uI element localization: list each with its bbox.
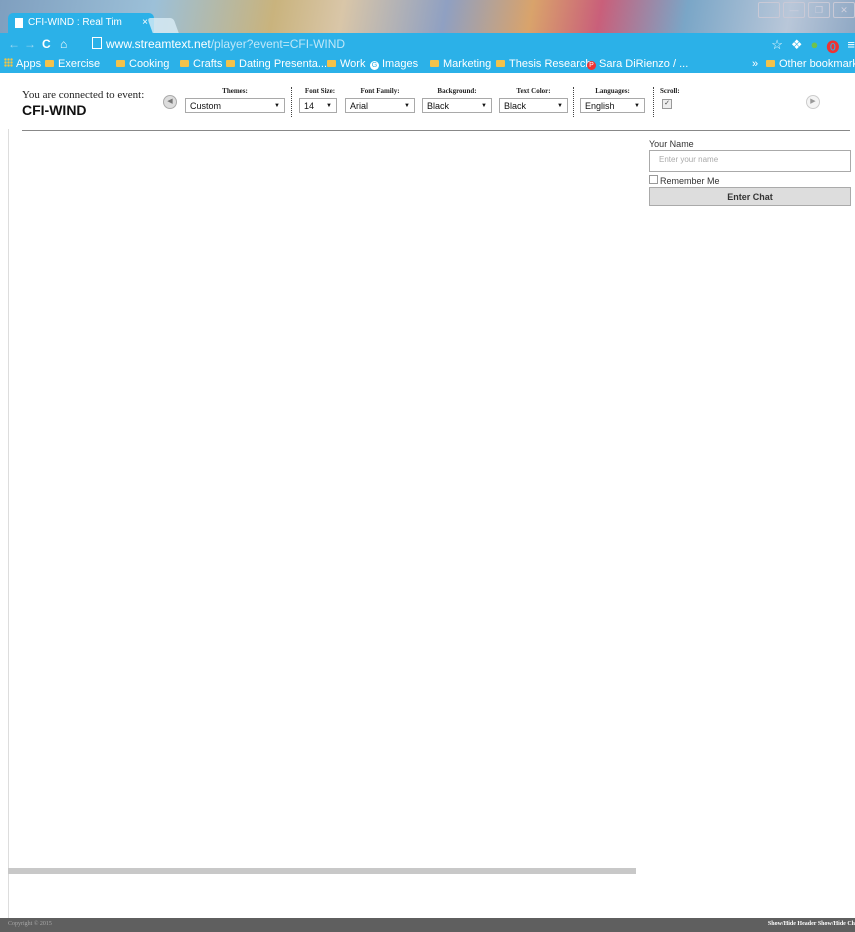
- bookmark-dating[interactable]: Dating Presenta...: [226, 58, 327, 70]
- pinterest-extension-icon[interactable]: ⓿: [826, 37, 839, 56]
- dropdown-caret-icon: ▼: [326, 103, 332, 109]
- bookmark-apps[interactable]: Apps: [4, 58, 41, 70]
- reload-icon[interactable]: C: [42, 37, 51, 51]
- divider: [653, 87, 654, 117]
- dropdown-caret-icon: ▼: [404, 103, 410, 109]
- dropdown-caret-icon: ▼: [634, 103, 640, 109]
- divider: [291, 87, 292, 117]
- bookmark-other[interactable]: Other bookmarks: [766, 58, 855, 70]
- bookmark-images[interactable]: G Images: [370, 58, 418, 70]
- bookmarks-overflow-icon[interactable]: »: [752, 58, 758, 70]
- new-tab-button[interactable]: [147, 18, 179, 33]
- folder-icon: [116, 60, 125, 67]
- url-path: /player?event=CFI-WIND: [210, 37, 346, 51]
- divider: [573, 87, 574, 117]
- close-tab-icon[interactable]: ×: [142, 13, 148, 33]
- folder-icon: [180, 60, 189, 67]
- themes-select[interactable]: Custom ▼: [185, 98, 285, 113]
- page-content: You are connected to event: CFI-WIND ◀ T…: [0, 73, 855, 932]
- browser-tab[interactable]: CFI-WIND : Real Tim ×: [8, 13, 154, 33]
- footer: Copyright © 2015 Show/Hide Header Show/H…: [0, 918, 855, 932]
- font-family-control: Font Family: Arial ▼: [345, 87, 415, 113]
- extension-icon[interactable]: ❖: [791, 37, 803, 56]
- home-icon[interactable]: ⌂: [60, 37, 67, 51]
- horizontal-scrollbar[interactable]: [8, 868, 636, 874]
- folder-icon: [45, 60, 54, 67]
- font-family-select[interactable]: Arial ▼: [345, 98, 415, 113]
- connected-text: You are connected to event:: [22, 89, 145, 101]
- background-control: Background: Black ▼: [422, 87, 492, 113]
- extension-icons: ☆ ❖ ● ⓿ ≡: [771, 37, 855, 56]
- bookmark-pinterest[interactable]: P Sara DiRienzo / ...: [587, 58, 688, 70]
- toolbar: ← → C ⌂ www.streamtext.net/player?event=…: [0, 33, 855, 57]
- close-window-button[interactable]: ✕: [833, 2, 855, 18]
- copyright-text: Copyright © 2015: [8, 921, 52, 927]
- pinterest-icon: P: [587, 61, 596, 70]
- background-select[interactable]: Black ▼: [422, 98, 492, 113]
- text-color-select[interactable]: Black ▼: [499, 98, 568, 113]
- dropdown-caret-icon: ▼: [274, 103, 280, 109]
- bookmarks-bar: Apps Exercise Cooking Crafts Dating Pres…: [0, 57, 855, 73]
- content-border: [8, 129, 9, 919]
- maximize-button[interactable]: ❐: [808, 2, 830, 18]
- forward-arrow-icon[interactable]: →: [24, 37, 36, 51]
- next-arrow-icon[interactable]: ▶: [806, 95, 820, 109]
- scroll-control: Scroll: ✓: [657, 87, 687, 109]
- font-size-label: Font Size:: [304, 87, 336, 95]
- extension-dot-icon[interactable]: ●: [811, 37, 819, 56]
- menu-icon[interactable]: ≡: [847, 37, 855, 56]
- dropdown-caret-icon: ▼: [557, 103, 563, 109]
- remember-me[interactable]: Remember Me: [649, 175, 851, 186]
- text-color-control: Text Color: Black ▼: [499, 87, 568, 113]
- font-size-select[interactable]: 14 ▼: [299, 98, 337, 113]
- dropdown-caret-icon: ▼: [481, 103, 487, 109]
- address-bar[interactable]: www.streamtext.net/player?event=CFI-WIND: [90, 36, 755, 53]
- scroll-label: Scroll:: [660, 87, 680, 95]
- folder-icon: [766, 60, 775, 67]
- name-input[interactable]: Enter your name: [649, 150, 851, 172]
- background-label: Background:: [437, 87, 477, 95]
- folder-icon: [496, 60, 505, 67]
- bookmark-crafts[interactable]: Crafts: [180, 58, 222, 70]
- folder-icon: [327, 60, 336, 67]
- folder-icon: [430, 60, 439, 67]
- bookmark-exercise[interactable]: Exercise: [45, 58, 100, 70]
- apps-icon: [4, 58, 13, 67]
- header-divider: [22, 130, 850, 131]
- scroll-checkbox[interactable]: ✓: [662, 99, 672, 109]
- languages-control: Languages: English ▼: [580, 87, 645, 113]
- font-size-control: Font Size: 14 ▼: [299, 87, 337, 113]
- remember-me-checkbox[interactable]: [649, 175, 658, 184]
- text-color-label: Text Color:: [516, 87, 551, 95]
- event-name: CFI-WIND: [22, 102, 87, 118]
- bookmark-thesis[interactable]: Thesis Research: [496, 58, 592, 70]
- themes-label: Themes:: [222, 87, 248, 95]
- font-family-label: Font Family:: [360, 87, 400, 95]
- themes-control: Themes: Custom ▼: [185, 87, 285, 113]
- page-info-icon[interactable]: [92, 37, 102, 49]
- window-controls: ⁠⁠⁠ — ❐ ✕: [758, 2, 855, 18]
- bookmark-cooking[interactable]: Cooking: [116, 58, 169, 70]
- minimize-button[interactable]: —: [783, 2, 805, 18]
- user-icon[interactable]: ⁠⁠⁠: [758, 2, 780, 18]
- page-icon: [15, 18, 23, 28]
- footer-links[interactable]: Show/Hide Header Show/Hide Ch: [768, 921, 855, 927]
- enter-chat-button[interactable]: Enter Chat: [649, 187, 851, 206]
- bookmark-work[interactable]: Work: [327, 58, 365, 70]
- languages-label: Languages:: [595, 87, 630, 95]
- window-titlebar: CFI-WIND : Real Tim × ⁠⁠⁠ — ❐ ✕: [0, 0, 855, 33]
- google-icon: G: [370, 61, 379, 70]
- folder-icon: [226, 60, 235, 67]
- bookmark-marketing[interactable]: Marketing: [430, 58, 491, 70]
- tab-title: CFI-WIND : Real Tim: [28, 17, 122, 28]
- bookmark-star-icon[interactable]: ☆: [771, 37, 783, 56]
- languages-select[interactable]: English ▼: [580, 98, 645, 113]
- back-arrow-icon[interactable]: ←: [8, 37, 20, 51]
- url-host: www.streamtext.net: [106, 37, 211, 51]
- prev-arrow-icon[interactable]: ◀: [163, 95, 177, 109]
- chat-panel: Your Name Enter your name Remember Me En…: [649, 139, 851, 206]
- your-name-label: Your Name: [649, 139, 694, 149]
